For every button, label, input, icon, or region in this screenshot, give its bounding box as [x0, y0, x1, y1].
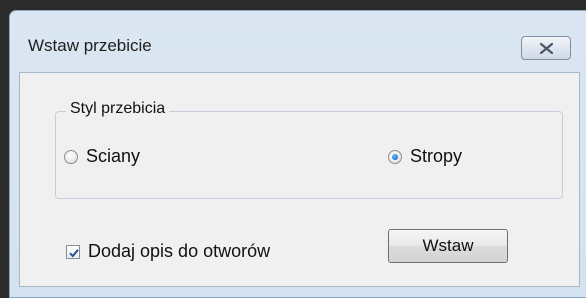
insert-button[interactable]: Wstaw — [388, 229, 508, 263]
radio-ceilings[interactable]: Stropy — [388, 146, 462, 167]
dialog-window: Wstaw przebicie Styl przebicia Sciany St… — [9, 10, 586, 298]
check-icon — [69, 248, 79, 257]
group-legend: Styl przebicia — [66, 100, 170, 118]
radio-ceilings-label: Stropy — [410, 146, 463, 166]
add-description-label: Dodaj opis do otworów — [88, 241, 271, 261]
close-button[interactable] — [521, 36, 571, 60]
window-title: Wstaw przebicie — [28, 36, 152, 55]
title-bar[interactable]: Wstaw przebicie — [10, 11, 586, 65]
close-icon — [540, 43, 553, 54]
radio-walls-indicator[interactable] — [64, 149, 78, 164]
dialog-content: Styl przebicia Sciany Stropy Dodaj opis … — [19, 72, 580, 287]
add-description-checkbox[interactable]: Dodaj opis do otworów — [66, 241, 270, 262]
checkbox-indicator[interactable] — [66, 244, 80, 259]
radio-walls[interactable]: Sciany — [64, 146, 140, 167]
radio-walls-label: Sciany — [86, 146, 141, 166]
radio-ceilings-indicator[interactable] — [388, 149, 402, 164]
style-groupbox: Styl przebicia Sciany Stropy — [55, 100, 563, 199]
